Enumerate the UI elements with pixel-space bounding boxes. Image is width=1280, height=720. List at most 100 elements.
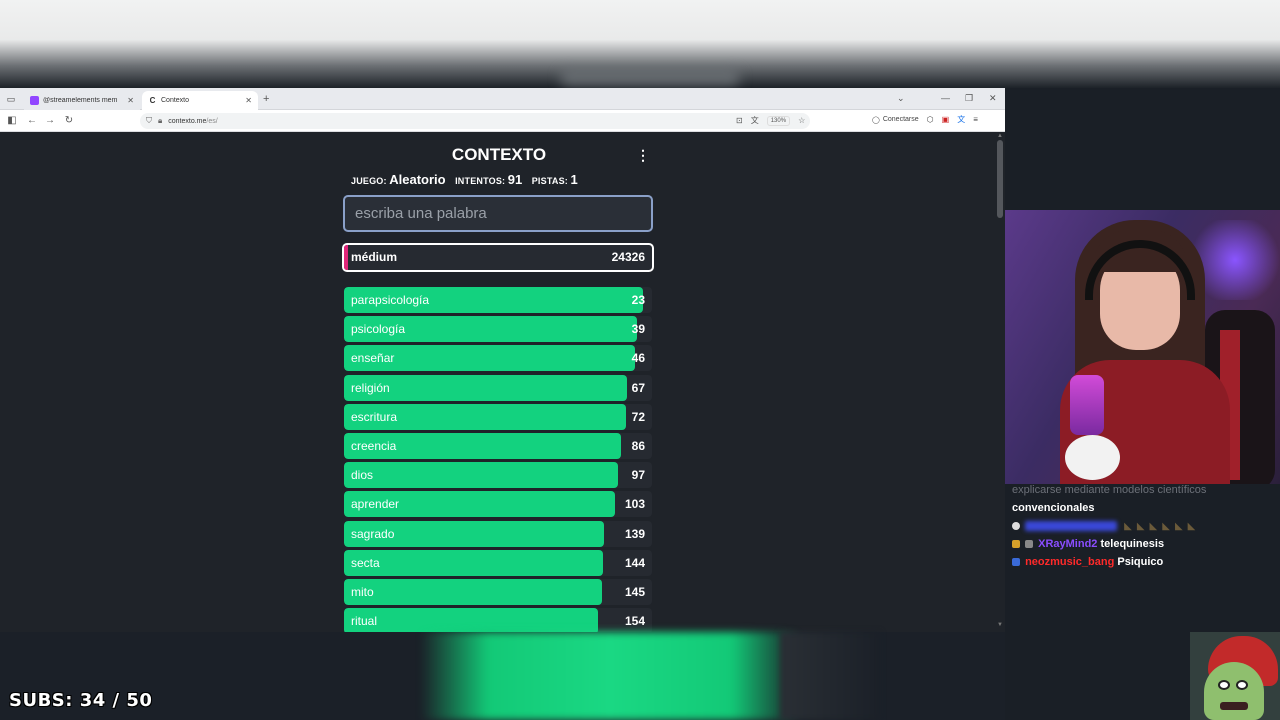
hints-label: PISTAS: <box>531 176 568 186</box>
guess-row: mito 145 <box>344 578 652 605</box>
translate-icon[interactable]: 文 <box>751 115 759 126</box>
guess-row: sagrado 139 <box>344 520 652 547</box>
guess-rank: 39 <box>631 322 645 337</box>
site-info-icon[interactable]: ⛉ <box>146 116 152 126</box>
guess-word: parapsicología <box>351 293 430 307</box>
scrollbar-thumb[interactable] <box>997 140 1003 218</box>
close-tab-icon[interactable]: ✕ <box>127 96 134 105</box>
guess-rank: 144 <box>624 555 645 570</box>
blurred-green-bar <box>420 632 800 720</box>
rank-accent-bar <box>344 245 348 270</box>
guess-word: sagrado <box>351 526 395 541</box>
emote-icon: ◣ <box>1124 521 1132 532</box>
guess-rank: 86 <box>631 438 645 453</box>
emote-icon: ◣ <box>1149 521 1158 532</box>
guess-rank: 154 <box>624 614 645 629</box>
minimize-icon[interactable]: — <box>941 93 950 103</box>
guess-word: escritura <box>351 409 398 424</box>
connect-label: Conectarse <box>882 116 919 123</box>
extension-translate-icon[interactable]: 文 <box>957 114 965 125</box>
guess-row: aprender 103 <box>344 491 652 518</box>
attempts-value: 91 <box>507 172 523 187</box>
chat-overlay: explicarse mediante modelos científicos … <box>1012 484 1277 574</box>
extensions-icon[interactable]: ⬡ <box>927 115 934 124</box>
zombie-eye <box>1236 680 1248 690</box>
guess-row: escritura 72 <box>344 403 652 430</box>
contexto-page: CONTEXTO ⋮ JUEGO: Aleatorio INTENTOS: 91… <box>0 132 995 632</box>
reload-icon[interactable]: ↻ <box>63 115 75 126</box>
guess-rank: 46 <box>631 351 645 366</box>
zombie-head <box>1204 662 1264 720</box>
tab-streamelements[interactable]: @streamelements mem ✕ <box>24 91 140 110</box>
menu-icon[interactable]: ≡ <box>973 115 978 124</box>
mod-badge-icon <box>1025 540 1034 549</box>
tab-actions-icon[interactable]: ▭ <box>5 93 17 105</box>
skull-badge-icon <box>1012 522 1020 531</box>
guess-rank: 139 <box>624 526 645 541</box>
chat-message-blurred: ◣ ◣ ◣ ◣ ◣ ◣ <box>1012 520 1277 538</box>
install-icon[interactable]: ⊡ <box>736 116 743 125</box>
close-tab-icon[interactable]: ✕ <box>245 96 252 105</box>
blurred-username <box>1025 521 1118 532</box>
chat-username: XRayMind2 <box>1038 538 1098 550</box>
blurred-top-region <box>0 0 1280 88</box>
gift-badge-icon <box>1012 558 1020 567</box>
guess-rank: 145 <box>624 584 645 599</box>
tab-title: @streamelements mem <box>43 97 118 104</box>
bookmark-star-icon[interactable]: ☆ <box>798 116 805 125</box>
emote-icon: ◣ <box>1187 521 1196 532</box>
back-icon[interactable]: ← <box>26 115 38 126</box>
emote-icon: ◣ <box>1136 521 1145 532</box>
zombie-mascot-image <box>1190 632 1280 720</box>
subs-counter: SUBS: 34 / 50 <box>9 690 153 711</box>
similarity-bar <box>344 608 599 632</box>
address-bar: ◧ ← → ↻ ⛉ 🔒︎ contexto.me/es/ ⊡ 文 130% ☆ … <box>0 110 1005 132</box>
scroll-down-icon[interactable]: ▼ <box>997 622 1003 628</box>
guess-row: dios 97 <box>344 462 652 489</box>
last-guess-row: médium 24326 <box>342 243 654 272</box>
extension-red-icon[interactable]: ▣ <box>942 115 950 124</box>
sidebar-icon[interactable]: ◧ <box>6 115 18 126</box>
chat-continuation: convencionales <box>1012 502 1095 514</box>
game-title: CONTEXTO <box>451 145 547 164</box>
guess-rank: 103 <box>624 497 645 512</box>
hints-value: 1 <box>570 172 578 187</box>
word-input[interactable] <box>343 195 653 232</box>
url-field[interactable]: ⛉ 🔒︎ contexto.me/es/ <box>140 113 810 129</box>
guess-word: creencia <box>351 438 397 453</box>
new-tab-button[interactable]: + <box>263 93 269 105</box>
blur-smudge <box>560 70 740 86</box>
guess-word: aprender <box>351 497 400 512</box>
zoom-indicator[interactable]: 130% <box>766 115 791 126</box>
attempts-label: INTENTOS: <box>455 176 506 186</box>
lock-icon: 🔒︎ <box>158 116 163 125</box>
more-options-icon[interactable]: ⋮ <box>636 147 650 164</box>
microphone <box>1070 375 1104 435</box>
emote-icon: ◣ <box>1162 521 1170 532</box>
zombie-eye <box>1218 680 1230 690</box>
twitch-favicon-icon <box>30 96 39 105</box>
url-host: contexto.me <box>168 117 207 125</box>
guess-row: psicología 39 <box>344 316 652 343</box>
chat-text: telequinesis <box>1100 538 1165 550</box>
guess-rank: 23 <box>631 293 645 307</box>
emote-icon: ◣ <box>1174 521 1183 532</box>
guess-row: creencia 86 <box>344 432 652 459</box>
last-guess-word: médium <box>351 250 398 264</box>
guess-rank: 72 <box>631 409 645 424</box>
forward-icon[interactable]: → <box>44 115 56 126</box>
close-window-icon[interactable]: ✕ <box>989 93 997 104</box>
restore-icon[interactable]: ❐ <box>965 93 973 104</box>
game-stats: JUEGO: Aleatorio INTENTOS: 91 PISTAS: 1 <box>351 172 585 187</box>
similarity-bar <box>344 462 619 489</box>
scroll-up-icon[interactable]: ▲ <box>997 133 1003 139</box>
guess-row: ritual 154 <box>344 608 652 632</box>
chat-message: neozmusic_bang Psiquico <box>1012 556 1277 574</box>
guess-row: secta 144 <box>344 549 652 576</box>
tab-search-icon[interactable]: ⌄ <box>897 93 905 104</box>
guess-word: dios <box>351 468 374 483</box>
page-scrollbar[interactable]: ▲ ▼ <box>995 132 1005 632</box>
tab-contexto[interactable]: C Contexto ✕ <box>142 91 258 110</box>
connect-button[interactable]: ◯ Conectarse <box>872 116 919 124</box>
tab-bar: ▭ @streamelements mem ✕ C Contexto ✕ + ⌄… <box>0 88 1005 110</box>
